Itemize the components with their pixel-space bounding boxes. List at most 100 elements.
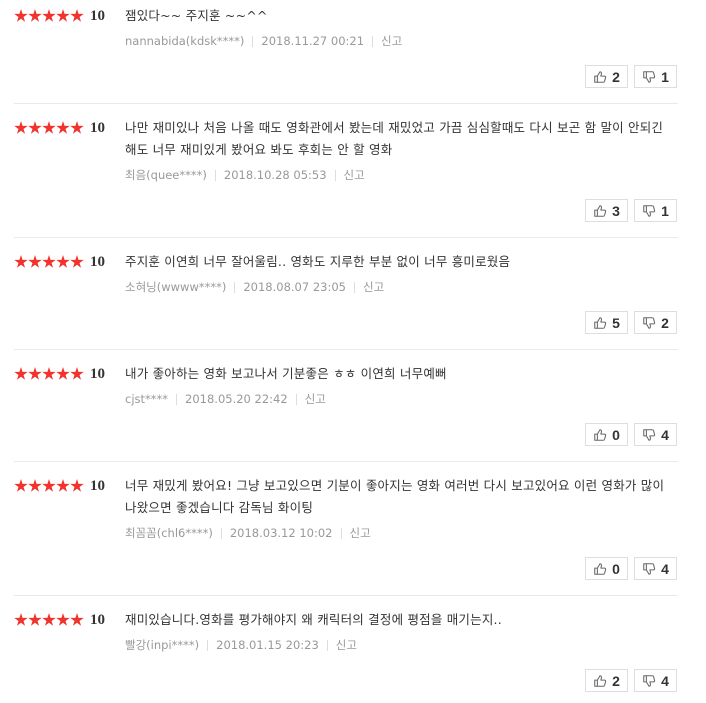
like-count: 0: [612, 426, 620, 443]
divider: [14, 595, 678, 596]
review-text: 너무 재밌게 봤어요! 그냥 보고있으면 기분이 좋아지는 영화 여러번 다시 …: [125, 478, 665, 515]
separator: [340, 527, 342, 539]
star-rating: [14, 121, 84, 135]
vote-buttons: 2 1: [585, 65, 677, 88]
report-link[interactable]: 신고: [344, 167, 365, 183]
separator: [220, 527, 222, 539]
date: 2018.03.12 10:02: [229, 526, 333, 540]
report-link[interactable]: 신고: [336, 637, 357, 653]
separator: [214, 169, 216, 181]
rating: 10: [14, 252, 105, 272]
review-text: 나만 재미있나 처음 나올 때도 영화관에서 봤는데 재밌었고 가끔 심심할때도…: [125, 120, 664, 157]
report-link[interactable]: 신고: [350, 525, 371, 541]
author[interactable]: 최꼼꼼(chl6****): [125, 525, 213, 541]
like-count: 2: [612, 68, 620, 85]
like-count: 5: [612, 314, 620, 331]
star-icon: [42, 9, 56, 22]
review-meta: 최꼼꼼(chl6****) 2018.03.12 10:02 신고: [125, 526, 670, 540]
star-rating: [14, 9, 84, 23]
star-icon: [28, 9, 42, 22]
review-list: 10 잼있다~~ 주지훈 ~~^^ nannabida(kdsk****) 20…: [0, 0, 706, 703]
date: 2018.05.20 22:42: [185, 392, 288, 406]
like-count: 2: [612, 672, 620, 689]
vote-buttons: 2 4: [585, 669, 677, 692]
star-icon: [56, 255, 70, 268]
dislike-count: 2: [661, 314, 669, 331]
thumbs-up-icon: [594, 674, 607, 687]
star-icon: [70, 255, 84, 268]
dislike-count: 1: [661, 68, 669, 85]
star-icon: [42, 479, 56, 492]
star-icon: [70, 613, 84, 626]
thumbs-up-icon: [594, 562, 607, 575]
divider: [14, 461, 678, 462]
report-link[interactable]: 신고: [381, 33, 402, 49]
like-count: 0: [612, 560, 620, 577]
separator: [252, 35, 254, 47]
review-meta: 빨강(inpi****) 2018.01.15 20:23 신고: [125, 638, 670, 652]
author[interactable]: cjst****: [125, 392, 168, 406]
review-text: 잼있다~~ 주지훈 ~~^^: [125, 8, 268, 23]
review-content: 잼있다~~ 주지훈 ~~^^ nannabida(kdsk****) 2018.…: [125, 6, 670, 48]
star-icon: [28, 613, 42, 626]
date: 2018.01.15 20:23: [216, 638, 319, 652]
vote-buttons: 0 4: [585, 557, 677, 580]
vote-buttons: 5 2: [585, 311, 677, 334]
review-content: 재미있습니다.영화를 평가해야지 왜 캐릭터의 결정에 평점을 매기는지.. 빨…: [125, 610, 670, 652]
thumbs-up-icon: [594, 316, 607, 329]
dislike-button[interactable]: 1: [634, 199, 677, 222]
vote-buttons: 3 1: [585, 199, 677, 222]
date: 2018.08.07 23:05: [243, 280, 346, 294]
date: 2018.10.28 05:53: [223, 168, 327, 182]
like-button[interactable]: 0: [585, 557, 628, 580]
score: 10: [90, 119, 105, 136]
score: 10: [90, 477, 105, 494]
report-link[interactable]: 신고: [305, 391, 326, 407]
thumbs-down-icon: [643, 204, 656, 217]
review-content: 너무 재밌게 봤어요! 그냥 보고있으면 기분이 좋아지는 영화 여러번 다시 …: [125, 476, 670, 540]
like-button[interactable]: 5: [585, 311, 628, 334]
star-icon: [28, 121, 42, 134]
score: 10: [90, 365, 105, 382]
thumbs-up-icon: [594, 204, 607, 217]
review-meta: cjst**** 2018.05.20 22:42 신고: [125, 392, 670, 406]
author[interactable]: nannabida(kdsk****): [125, 34, 244, 48]
star-icon: [14, 613, 28, 626]
like-button[interactable]: 3: [585, 199, 628, 222]
dislike-button[interactable]: 4: [634, 423, 677, 446]
like-button[interactable]: 2: [585, 669, 628, 692]
star-rating: [14, 479, 84, 493]
star-rating: [14, 613, 84, 627]
thumbs-down-icon: [643, 316, 656, 329]
thumbs-up-icon: [594, 70, 607, 83]
star-rating: [14, 255, 84, 269]
star-icon: [56, 9, 70, 22]
like-button[interactable]: 0: [585, 423, 628, 446]
score: 10: [90, 253, 105, 270]
review-text: 재미있습니다.영화를 평가해야지 왜 캐릭터의 결정에 평점을 매기는지..: [125, 612, 502, 627]
dislike-button[interactable]: 1: [634, 65, 677, 88]
like-count: 3: [612, 202, 620, 219]
dislike-count: 4: [661, 560, 669, 577]
author[interactable]: 최음(quee****): [125, 167, 207, 183]
review-content: 내가 좋아하는 영화 보고나서 기분좋은 ㅎㅎ 이연희 너무예뻐 cjst***…: [125, 364, 670, 406]
author[interactable]: 소혀닝(wwww****): [125, 279, 226, 295]
star-rating: [14, 367, 84, 381]
star-icon: [56, 613, 70, 626]
report-link[interactable]: 신고: [363, 279, 384, 295]
review-meta: 최음(quee****) 2018.10.28 05:53 신고: [125, 168, 670, 182]
review-content: 주지훈 이연희 너무 잘어울림.. 영화도 지루한 부분 없이 너무 흥미로웠음…: [125, 252, 670, 294]
dislike-button[interactable]: 4: [634, 557, 677, 580]
like-button[interactable]: 2: [585, 65, 628, 88]
review-meta: nannabida(kdsk****) 2018.11.27 00:21 신고: [125, 34, 670, 48]
dislike-button[interactable]: 2: [634, 311, 677, 334]
review-content: 나만 재미있나 처음 나올 때도 영화관에서 봤는데 재밌었고 가끔 심심할때도…: [125, 118, 670, 182]
rating: 10: [14, 476, 105, 496]
separator: [326, 639, 328, 651]
dislike-button[interactable]: 4: [634, 669, 677, 692]
review-meta: 소혀닝(wwww****) 2018.08.07 23:05 신고: [125, 280, 670, 294]
thumbs-down-icon: [643, 674, 656, 687]
author[interactable]: 빨강(inpi****): [125, 637, 199, 653]
dislike-count: 1: [661, 202, 669, 219]
star-icon: [70, 121, 84, 134]
